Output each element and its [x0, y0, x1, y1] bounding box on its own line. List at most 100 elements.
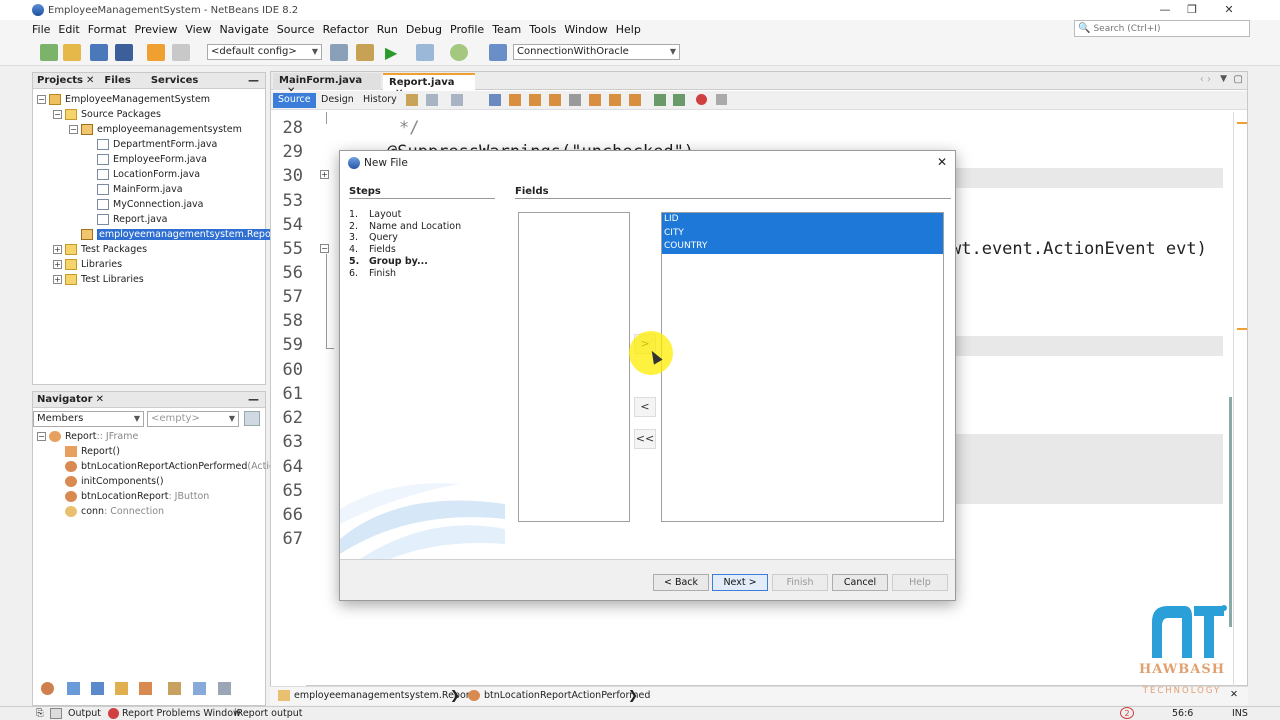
- back-button[interactable]: < Back: [653, 574, 709, 591]
- sort-alpha-icon[interactable]: [193, 682, 206, 695]
- collapse-icon[interactable]: −: [53, 110, 62, 119]
- move-all-left-button[interactable]: <<: [634, 429, 656, 449]
- config-select[interactable]: <default config> ▼: [207, 44, 322, 60]
- expand-icon[interactable]: +: [53, 275, 62, 284]
- menu-run[interactable]: Run: [377, 23, 398, 36]
- new-project-icon[interactable]: [63, 44, 81, 61]
- breadcrumb-method[interactable]: btnLocationReportActionPerformed: [484, 690, 650, 701]
- profile-icon[interactable]: [450, 44, 468, 61]
- menu-source[interactable]: Source: [277, 23, 315, 36]
- search-box[interactable]: 🔍: [1074, 20, 1250, 37]
- tree-row[interactable]: DepartmentForm.java: [85, 137, 217, 152]
- menu-format[interactable]: Format: [88, 23, 127, 36]
- tree-row[interactable]: + Test Libraries: [53, 272, 144, 287]
- filter-private-icon[interactable]: [115, 682, 128, 695]
- sort-icon[interactable]: [168, 682, 181, 695]
- menu-navigate[interactable]: Navigate: [219, 23, 268, 36]
- close-icon[interactable]: ✕: [96, 394, 104, 405]
- filter-static-icon[interactable]: [91, 682, 104, 695]
- navigator-row[interactable]: initComponents(): [53, 474, 164, 489]
- menu-profile[interactable]: Profile: [450, 23, 484, 36]
- tree-row[interactable]: employeemanagementsystem.Report: [69, 227, 281, 242]
- list-item[interactable]: LID: [662, 213, 943, 227]
- menu-preview[interactable]: Preview: [135, 23, 178, 36]
- editor-scrollbar-thumb[interactable]: [1229, 397, 1232, 627]
- error-stripe-marker[interactable]: [1237, 122, 1247, 124]
- tab-projects[interactable]: Projects ✕: [33, 75, 98, 86]
- ireport-output-tab[interactable]: iReport output: [234, 708, 303, 719]
- tab-files[interactable]: Files: [100, 75, 134, 86]
- menu-team[interactable]: Team: [492, 23, 521, 36]
- menu-edit[interactable]: Edit: [58, 23, 79, 36]
- save-all-icon[interactable]: [115, 44, 133, 61]
- tab-mainform[interactable]: MainForm.java ✕: [273, 73, 381, 97]
- tree-row[interactable]: LocationForm.java: [85, 167, 200, 182]
- tree-row[interactable]: EmployeeForm.java: [85, 152, 207, 167]
- help-button[interactable]: Help: [892, 574, 948, 591]
- filter-fields-icon[interactable]: [67, 682, 80, 695]
- tab-design[interactable]: Design: [316, 93, 359, 108]
- database-icon[interactable]: [489, 44, 507, 61]
- expand-icon[interactable]: +: [53, 260, 62, 269]
- maximize-button[interactable]: ❐: [1172, 0, 1212, 20]
- tree-row[interactable]: MainForm.java: [85, 182, 183, 197]
- tab-history[interactable]: History: [358, 93, 402, 108]
- scroll-tabs-icon[interactable]: ‹ ›: [1200, 74, 1211, 85]
- next-button[interactable]: Next >: [712, 574, 768, 591]
- problems-tab[interactable]: Report Problems Window: [122, 708, 241, 719]
- open-project-icon[interactable]: [90, 44, 108, 61]
- chevron-down-icon[interactable]: ▼: [1220, 74, 1227, 84]
- new-file-icon[interactable]: [40, 44, 58, 61]
- editor-action-icons[interactable]: [406, 94, 736, 107]
- navigator-row[interactable]: Report(): [53, 444, 120, 459]
- menu-view[interactable]: View: [185, 23, 211, 36]
- sort-source-icon[interactable]: [218, 682, 231, 695]
- menu-help[interactable]: Help: [616, 23, 641, 36]
- code-method-signature[interactable]: wt.event.ActionEvent evt): [951, 239, 1207, 259]
- menu-debug[interactable]: Debug: [406, 23, 442, 36]
- collapse-icon[interactable]: −: [69, 125, 78, 134]
- fold-expand-icon[interactable]: +: [320, 170, 329, 179]
- connection-select[interactable]: ConnectionWithOracle ▼: [513, 44, 680, 60]
- menu-window[interactable]: Window: [564, 23, 607, 36]
- close-icon[interactable]: ✕: [86, 75, 94, 86]
- tab-navigator[interactable]: Navigator ✕: [33, 394, 108, 405]
- tab-source[interactable]: Source: [273, 93, 316, 108]
- dialog-close-button[interactable]: ✕: [937, 155, 947, 169]
- tree-row[interactable]: + Libraries: [53, 257, 122, 272]
- error-stripe-marker[interactable]: [1237, 328, 1247, 330]
- members-filter-select[interactable]: Members ▼: [33, 411, 144, 427]
- tree-row[interactable]: − EmployeeManagementSystem: [37, 92, 210, 107]
- list-item[interactable]: COUNTRY: [662, 240, 943, 254]
- tab-services[interactable]: Services: [147, 75, 203, 86]
- breadcrumb-class[interactable]: employeemanagementsystem.Report: [294, 690, 473, 701]
- run-icon[interactable]: ▶: [385, 44, 403, 61]
- finish-button[interactable]: Finish: [772, 574, 828, 591]
- navigator-row[interactable]: btnLocationReport : JButton: [53, 489, 209, 504]
- tree-row[interactable]: + Test Packages: [53, 242, 147, 257]
- menu-file[interactable]: File: [32, 23, 50, 36]
- redo-icon[interactable]: [172, 44, 190, 61]
- filter-inherited-icon[interactable]: [139, 682, 152, 695]
- tree-row[interactable]: MyConnection.java: [85, 197, 204, 212]
- output-tab[interactable]: Output: [68, 708, 101, 719]
- collapse-icon[interactable]: −: [37, 432, 46, 441]
- build-icon[interactable]: [330, 44, 348, 61]
- notifications-badge[interactable]: 2: [1120, 707, 1134, 719]
- debug-icon[interactable]: [416, 44, 434, 61]
- menu-tools[interactable]: Tools: [529, 23, 556, 36]
- navigator-row[interactable]: conn : Connection: [53, 504, 164, 519]
- available-fields-list[interactable]: [518, 212, 630, 522]
- move-left-button[interactable]: <: [634, 397, 656, 417]
- minimize-panel-icon[interactable]: —: [248, 74, 259, 87]
- cancel-button[interactable]: Cancel: [832, 574, 888, 591]
- selected-fields-list[interactable]: LID CITY COUNTRY: [661, 212, 944, 522]
- expand-icon[interactable]: +: [53, 245, 62, 254]
- tree-row[interactable]: − employeemanagementsystem: [69, 122, 242, 137]
- filter-icon[interactable]: [41, 682, 54, 695]
- navigator-row[interactable]: − Report :: JFrame: [37, 429, 138, 444]
- fold-collapse-icon[interactable]: −: [320, 244, 329, 253]
- close-window-button[interactable]: ✕: [1209, 0, 1249, 20]
- undo-icon[interactable]: [147, 44, 165, 61]
- search-input[interactable]: [1093, 23, 1234, 34]
